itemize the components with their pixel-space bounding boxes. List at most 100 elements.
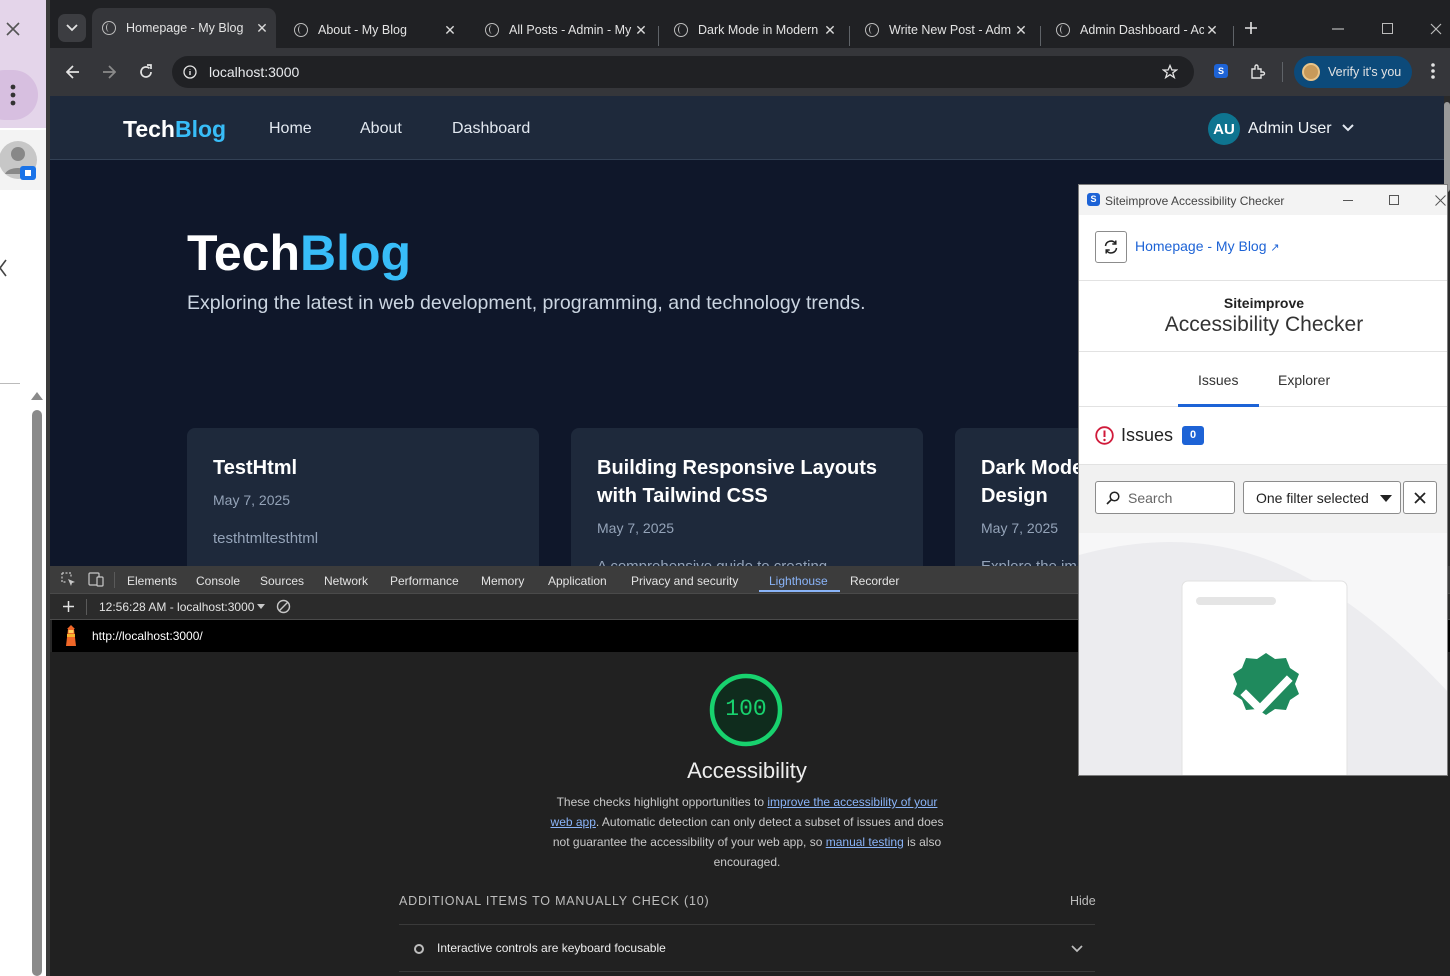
tab-memory[interactable]: Memory [481, 574, 524, 588]
chevron-left-icon[interactable] [0, 258, 8, 278]
minimize-icon[interactable] [1332, 28, 1344, 30]
filter-value: One filter selected [1256, 490, 1369, 506]
tab-explorer[interactable]: Explorer [1278, 372, 1330, 388]
inspect-element-icon[interactable] [61, 572, 76, 587]
tab-strip: Homepage - My Blog ✕ About - My Blog ✕ All… [50, 8, 1450, 48]
globe-icon [102, 21, 116, 35]
report-select[interactable]: 12:56:28 AM - localhost:3000 [99, 600, 254, 614]
tab-about[interactable]: About - My Blog ✕ [284, 16, 464, 44]
clear-reports-icon[interactable] [276, 599, 291, 614]
nav-about[interactable]: About [360, 120, 402, 138]
minimize-icon[interactable] [1343, 200, 1353, 201]
user-name[interactable]: Admin User [1248, 120, 1332, 138]
site-info-icon[interactable] [183, 65, 197, 79]
dropdown-arrow-icon [1380, 495, 1392, 502]
scrollbar-thumb[interactable] [1444, 102, 1450, 192]
user-avatar[interactable]: AU [1208, 113, 1240, 145]
page-link[interactable]: Homepage - My Blog ↗ [1135, 238, 1280, 254]
post-card[interactable]: TestHtml May 7, 2025 testhtmltesthtml [187, 428, 539, 566]
dropdown-arrow-icon[interactable] [257, 604, 265, 609]
close-window-icon[interactable] [1435, 195, 1446, 206]
tab-dark-mode[interactable]: Dark Mode in Modern ✕ [664, 16, 844, 44]
post-card[interactable]: Building Responsive Layouts with Tailwin… [571, 428, 923, 566]
close-tab-icon[interactable]: ✕ [254, 20, 270, 37]
tab-all-posts[interactable]: All Posts - Admin - My ✕ [475, 16, 655, 44]
manual-audit-icon [414, 944, 424, 954]
nav-dashboard[interactable]: Dashboard [452, 120, 530, 138]
new-tab-icon[interactable] [1244, 21, 1258, 35]
issues-header: Issues 0 [1079, 407, 1447, 465]
tab-homepage[interactable]: Homepage - My Blog ✕ [92, 8, 276, 48]
hero-title: TechBlog [187, 224, 411, 282]
tab-performance[interactable]: Performance [390, 574, 459, 588]
product-name: Accessibility Checker [1164, 313, 1364, 336]
reload-icon[interactable] [138, 64, 154, 80]
extensions-icon[interactable] [1249, 63, 1267, 81]
device-toolbar-icon[interactable] [88, 572, 104, 587]
maximize-icon[interactable] [1389, 195, 1399, 205]
tab-title: Write New Post - Adm [889, 23, 1012, 37]
url-text[interactable]: localhost:3000 [209, 64, 299, 80]
close-tab-icon[interactable]: ✕ [1204, 22, 1220, 39]
profile-avatar[interactable] [0, 130, 46, 190]
close-tab-icon[interactable]: ✕ [1013, 22, 1029, 39]
tab-privacy-security[interactable]: Privacy and security [631, 574, 738, 588]
back-icon[interactable] [66, 65, 80, 79]
site-logo[interactable]: TechBlog [123, 116, 226, 143]
tab-lighthouse[interactable]: Lighthouse [769, 574, 828, 588]
refresh-icon [1104, 240, 1118, 254]
filter-dropdown[interactable]: One filter selected [1243, 481, 1401, 514]
new-report-icon[interactable] [62, 600, 75, 613]
tab-write-post[interactable]: Write New Post - Adm ✕ [855, 16, 1035, 44]
toolbar-separator [1282, 62, 1283, 82]
lighthouse-icon [66, 625, 76, 646]
siteimprove-tabs: Issues Explorer [1079, 351, 1447, 407]
siteimprove-extension-icon[interactable]: S [1214, 64, 1228, 78]
nav-home[interactable]: Home [269, 120, 312, 138]
tab-admin-dashboard[interactable]: Admin Dashboard - Ac ✕ [1046, 16, 1226, 44]
hide-button[interactable]: Hide [1070, 894, 1096, 908]
scrollbar-thumb[interactable] [32, 410, 42, 976]
close-icon[interactable] [4, 20, 22, 38]
refresh-button[interactable] [1095, 231, 1127, 263]
close-tab-icon[interactable]: ✕ [442, 22, 458, 39]
close-icon [1414, 492, 1426, 504]
siteimprove-window: S Siteimprove Accessibility Checker Home… [1078, 184, 1448, 776]
scroll-up-icon[interactable] [30, 391, 44, 401]
site-navbar: TechBlog Home About Dashboard AU Admin U… [50, 96, 1444, 160]
page-link-text: Homepage - My Blog [1135, 238, 1267, 254]
tab-search-button[interactable] [58, 14, 86, 42]
forward-icon[interactable] [102, 65, 116, 79]
tab-elements[interactable]: Elements [127, 574, 177, 588]
chevron-down-icon[interactable] [1342, 124, 1354, 132]
clear-filter-button[interactable] [1403, 481, 1437, 514]
post-title[interactable]: Building Responsive Layouts with Tailwin… [597, 454, 903, 510]
post-date: May 7, 2025 [981, 520, 1059, 536]
maximize-icon[interactable] [1382, 23, 1393, 34]
close-tab-icon[interactable]: ✕ [633, 22, 649, 39]
tab-console[interactable]: Console [196, 574, 240, 588]
chevron-down-icon[interactable] [1071, 945, 1083, 953]
post-title[interactable]: TestHtml [213, 454, 519, 482]
tab-network[interactable]: Network [324, 574, 368, 588]
address-bar[interactable]: localhost:3000 [172, 56, 1194, 88]
browser-toolbar: localhost:3000 S Verify it's you [50, 48, 1450, 96]
audit-item[interactable]: Interactive controls are keyboard focusa… [399, 924, 1095, 972]
bookmark-star-icon[interactable] [1162, 64, 1178, 80]
report-url[interactable]: http://localhost:3000/ [92, 629, 203, 643]
siteimprove-header: Homepage - My Blog ↗ [1079, 215, 1447, 281]
search-input[interactable]: Search [1095, 481, 1235, 514]
tab-recorder[interactable]: Recorder [850, 574, 899, 588]
tab-sources[interactable]: Sources [260, 574, 304, 588]
tab-issues[interactable]: Issues [1198, 372, 1238, 388]
close-tab-icon[interactable]: ✕ [822, 22, 838, 39]
no-issues-illustration [1079, 533, 1447, 775]
tab-separator [849, 26, 850, 46]
verify-profile-button[interactable]: Verify it's you [1294, 56, 1412, 88]
browser-menu-icon[interactable] [1430, 62, 1436, 80]
tab-application[interactable]: Application [548, 574, 607, 588]
manual-testing-link[interactable]: manual testing [826, 835, 904, 849]
more-vert-icon [10, 84, 16, 106]
tab-title: Homepage - My Blog [126, 21, 244, 35]
close-window-icon[interactable] [1430, 23, 1442, 35]
